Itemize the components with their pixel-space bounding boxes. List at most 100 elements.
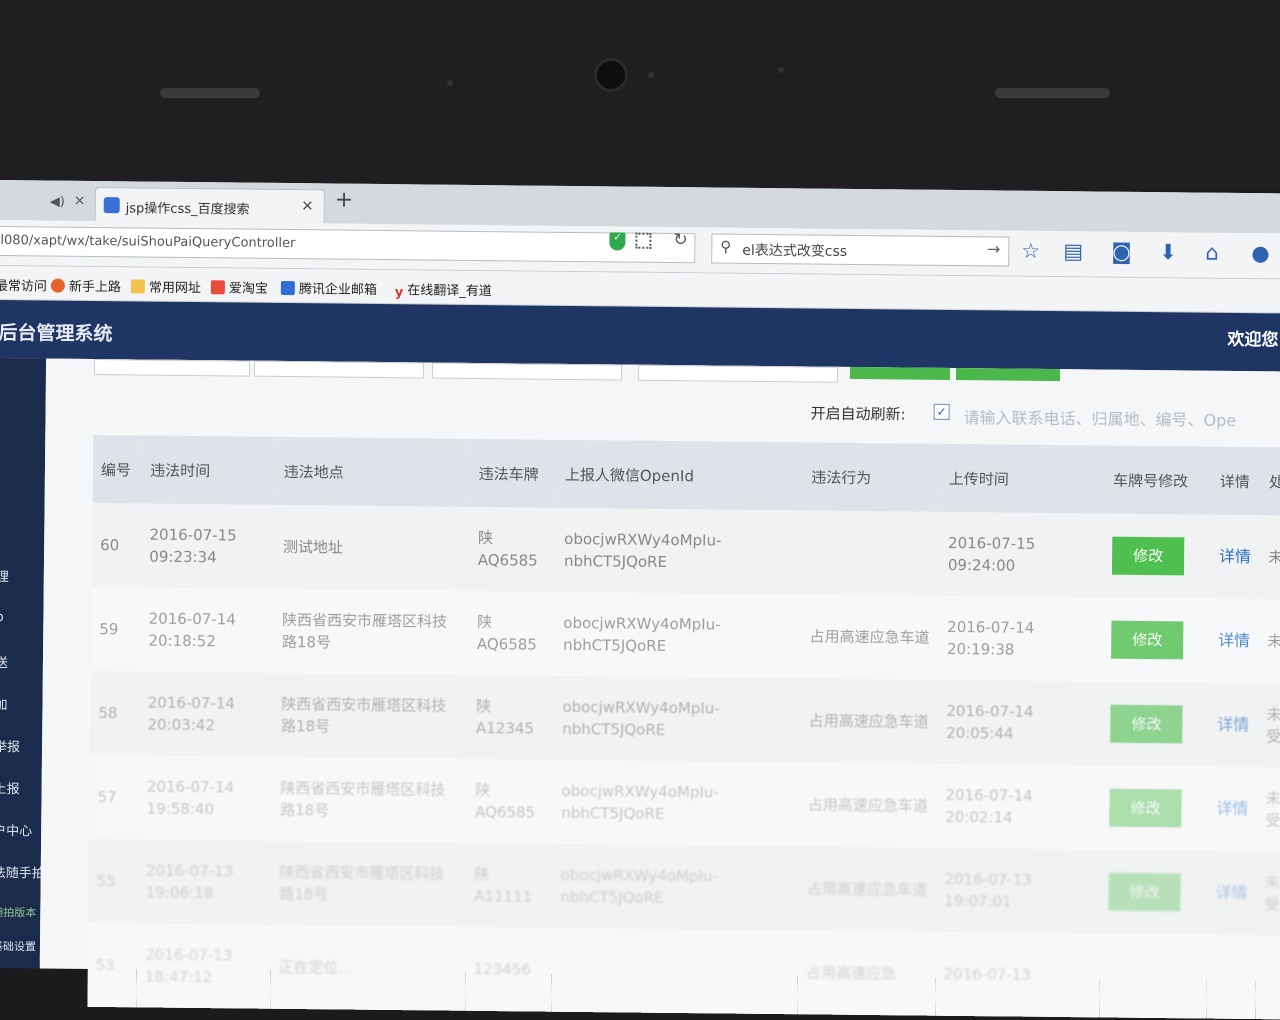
cell-time: 2016-07-15 09:23:34 bbox=[149, 525, 237, 567]
filter-select-2[interactable] bbox=[253, 360, 425, 379]
filter-input-2[interactable] bbox=[637, 364, 839, 383]
cell-status: 未 bbox=[1267, 632, 1280, 651]
reload-icon[interactable]: ↻ bbox=[673, 230, 687, 250]
cell-status: 未 bbox=[1268, 548, 1280, 567]
webcam-icon bbox=[594, 58, 628, 92]
violations-table: 编号 违法时间 违法地点 违法车牌 上报人微信OpenId 违法行为 上传时间 … bbox=[87, 434, 1280, 1020]
main-content: 开启自动刷新: ✓ 请输入联系电话、归属地、编号、Ope 编号 违法时间 违法地… bbox=[39, 358, 1280, 1020]
column-header-openid: 上报人微信OpenId bbox=[564, 465, 695, 485]
cell-status: 未受 bbox=[1264, 873, 1280, 914]
cell-detail: 详情 bbox=[1211, 515, 1261, 600]
column-header-behavior: 违法行为 bbox=[811, 468, 872, 487]
bezel-hinge-left bbox=[160, 88, 260, 98]
cell-detail bbox=[1206, 935, 1256, 1020]
cell-openid: obocjwRXWy4oMpIu-nbhCT5JQoRE bbox=[560, 865, 719, 907]
sidebar-item-6[interactable]: 上报 bbox=[0, 778, 20, 797]
column-header-plate: 违法车牌 bbox=[478, 464, 539, 484]
export-button[interactable] bbox=[955, 368, 1061, 382]
table-row: 58 2016-07-14 20:03:42 陕西省西安市雁塔区科技路18号 陕… bbox=[89, 670, 1280, 768]
auto-refresh-checkbox[interactable]: ✓ bbox=[933, 403, 950, 420]
filter-input-1[interactable] bbox=[431, 362, 623, 381]
sidebar-item-3[interactable]: 送 bbox=[0, 652, 8, 671]
cell-upload-time: 2016-07-15 09:24:00 bbox=[947, 533, 1036, 575]
detail-link[interactable]: 详情 bbox=[1217, 715, 1249, 734]
cell-place: 陕西省西安市雁塔区科技路18号 bbox=[281, 610, 448, 652]
detail-link[interactable]: 详情 bbox=[1216, 799, 1248, 818]
cell-status bbox=[1255, 935, 1280, 1019]
sidebar-item-5[interactable]: 举报 bbox=[0, 736, 20, 755]
cell-behavior: 占用高速应急车道 bbox=[807, 795, 928, 815]
search-input[interactable]: ⚲ el表达式改变css → bbox=[711, 233, 1010, 267]
edit-button[interactable]: 修改 bbox=[1108, 872, 1181, 912]
column-header-id: 编号 bbox=[100, 460, 132, 479]
bookmark-aitaobao[interactable]: 爱淘宝 bbox=[210, 277, 268, 297]
cell-id: 53 bbox=[95, 956, 115, 975]
star-icon[interactable]: ☆ bbox=[1021, 239, 1040, 263]
cell-openid: obocjwRXWy4oMpIu-nbhCT5JQoRE bbox=[563, 529, 722, 572]
qr-code-icon[interactable] bbox=[635, 232, 652, 249]
cell-place: 陕西省西安市雁塔区科技路18号 bbox=[280, 778, 446, 820]
search-go-icon[interactable]: → bbox=[987, 239, 1001, 258]
cell-detail: 详情 bbox=[1210, 599, 1260, 684]
browser-tab[interactable]: jsp操作css_百度搜索 × bbox=[94, 186, 325, 224]
reading-list-icon[interactable]: ▤ bbox=[1063, 239, 1083, 263]
table-row: 59 2016-07-14 20:18:52 陕西省西安市雁塔区科技路18号 陕… bbox=[90, 586, 1280, 684]
column-header-status: 处 bbox=[1268, 472, 1280, 491]
detail-link[interactable]: 详情 bbox=[1215, 883, 1247, 902]
sidebar-item-8[interactable]: 法随手拍 bbox=[0, 862, 45, 882]
chat-icon[interactable]: ● bbox=[1251, 241, 1270, 265]
sidebar-item-10[interactable]: 基础设置 bbox=[0, 938, 36, 954]
firefox-icon bbox=[50, 278, 65, 293]
column-header-time: 违法时间 bbox=[150, 461, 211, 480]
bookmark-most-visited[interactable]: 最常访问 bbox=[0, 275, 47, 295]
cell-behavior bbox=[802, 510, 940, 595]
cell-time: 2016-07-14 19:58:40 bbox=[146, 777, 235, 819]
edit-button[interactable]: 修改 bbox=[1112, 536, 1185, 576]
mail-icon bbox=[280, 280, 295, 296]
new-tab-button[interactable]: + bbox=[335, 188, 354, 213]
query-button[interactable] bbox=[849, 366, 951, 380]
speaker-icon[interactable]: ◀) bbox=[50, 195, 65, 210]
cell-edit bbox=[1099, 934, 1207, 1019]
taobao-icon bbox=[210, 280, 225, 295]
edit-button[interactable]: 修改 bbox=[1111, 620, 1184, 660]
camera-light bbox=[648, 72, 654, 78]
cell-upload-time: 2016-07-14 20:05:44 bbox=[946, 701, 1034, 743]
download-icon[interactable]: ⬇ bbox=[1159, 240, 1177, 264]
search-icon: ⚲ bbox=[720, 237, 732, 256]
filter-search-input[interactable]: 请输入联系电话、归属地、编号、Ope bbox=[957, 398, 1280, 431]
detail-link[interactable]: 详情 bbox=[1218, 631, 1250, 650]
cell-id: 55 bbox=[96, 872, 116, 891]
edit-button[interactable]: 修改 bbox=[1109, 788, 1182, 828]
search-value: el表达式改变css bbox=[742, 242, 848, 260]
cell-openid: obocjwRXWy4oMpIu-nbhCT5JQoRE bbox=[563, 613, 721, 656]
pocket-icon[interactable]: ◙ bbox=[1111, 240, 1132, 264]
cell-time: 2016-07-13 19:06:18 bbox=[145, 861, 234, 903]
cell-place: 陕西省西安市雁塔区科技路18号 bbox=[279, 862, 445, 904]
bookmark-tencent-mail[interactable]: 腾讯企业邮箱 bbox=[280, 278, 377, 298]
app-title: 后台管理系统 bbox=[0, 321, 113, 346]
sidebar-item-9[interactable]: 随拍版本 bbox=[0, 904, 36, 920]
sidebar-item-2[interactable]: b bbox=[0, 610, 4, 625]
cell-detail: 详情 bbox=[1209, 683, 1259, 768]
sidebar-item-4[interactable]: 加 bbox=[0, 694, 8, 713]
tab-close-icon[interactable]: × bbox=[301, 196, 314, 214]
edit-button[interactable]: 修改 bbox=[1110, 704, 1183, 744]
bookmark-common-sites[interactable]: 常用网址 bbox=[130, 276, 201, 296]
cell-status: 未受 bbox=[1265, 789, 1280, 830]
filter-select-1[interactable] bbox=[93, 358, 251, 377]
sidebar-item-7[interactable]: 户中心 bbox=[0, 820, 32, 839]
shield-icon[interactable]: ✓ bbox=[609, 232, 626, 251]
url-bar[interactable]: l080/xapt/wx/take/suiShouPaiQueryControl… bbox=[0, 225, 696, 264]
close-icon[interactable]: × bbox=[74, 193, 86, 209]
bookmark-getting-started[interactable]: 新手上路 bbox=[50, 276, 121, 295]
bookmark-youdao[interactable]: y 在线翻译_有道 bbox=[395, 279, 492, 300]
table-row: 57 2016-07-14 19:58:40 陕西省西安市雁塔区科技路18号 陕… bbox=[89, 754, 1280, 852]
detail-link[interactable]: 详情 bbox=[1219, 547, 1251, 566]
sidebar-item-1[interactable]: 理 bbox=[0, 566, 9, 585]
cell-behavior: 占用高速应急 bbox=[805, 963, 897, 983]
table-header-row: 编号 违法时间 违法地点 违法车牌 上报人微信OpenId 违法行为 上传时间 … bbox=[92, 434, 1280, 516]
cell-id: 59 bbox=[99, 620, 119, 639]
home-icon[interactable]: ⌂ bbox=[1205, 241, 1219, 265]
cell-plate: 陕A12345 bbox=[475, 697, 535, 738]
